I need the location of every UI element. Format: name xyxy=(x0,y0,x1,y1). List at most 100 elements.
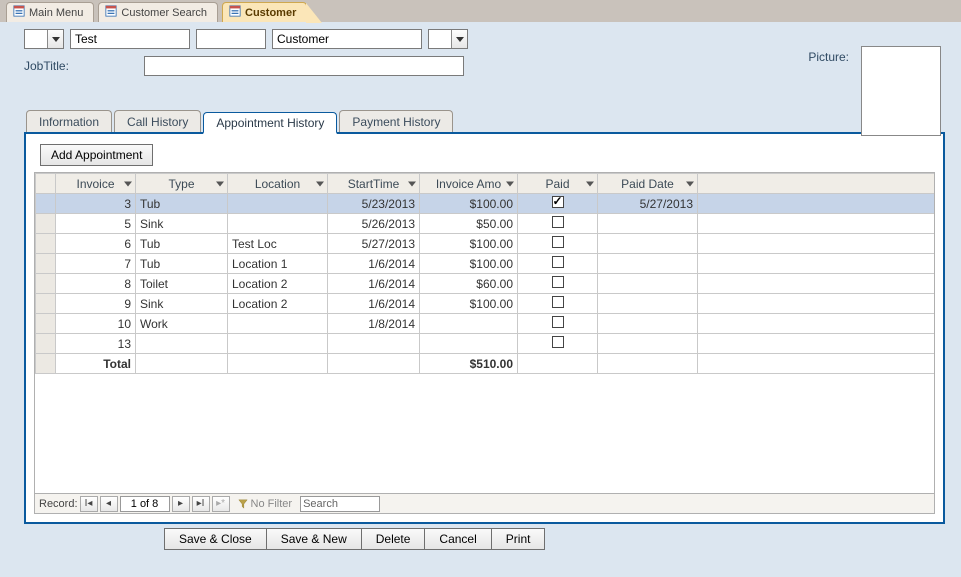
cell-paid-date[interactable]: 5/27/2013 xyxy=(598,194,698,214)
cell-invoice[interactable]: 10 xyxy=(56,314,136,334)
cell-type[interactable]: Tub xyxy=(136,254,228,274)
cell-paid[interactable] xyxy=(518,334,598,354)
row-selector[interactable] xyxy=(36,334,56,354)
tab-call-history[interactable]: Call History xyxy=(114,110,201,132)
picture-box[interactable] xyxy=(861,46,941,136)
cell-type[interactable]: Toilet xyxy=(136,274,228,294)
cell-starttime[interactable]: 1/6/2014 xyxy=(328,294,420,314)
cell-type[interactable] xyxy=(136,334,228,354)
cell-starttime[interactable]: 5/23/2013 xyxy=(328,194,420,214)
no-filter-indicator[interactable]: No Filter xyxy=(238,498,293,510)
checkbox-icon[interactable] xyxy=(552,216,564,228)
cell-invoice[interactable]: 3 xyxy=(56,194,136,214)
cell-location[interactable] xyxy=(228,194,328,214)
nav-last-button[interactable]: ▸I xyxy=(192,496,210,512)
cell-invoice[interactable]: 9 xyxy=(56,294,136,314)
column-header-paid-date[interactable]: Paid Date xyxy=(598,174,698,194)
row-selector[interactable] xyxy=(36,234,56,254)
cell-amount[interactable]: $60.00 xyxy=(420,274,518,294)
table-row[interactable]: 5 Sink 5/26/2013 $50.00 xyxy=(36,214,935,234)
cancel-button[interactable]: Cancel xyxy=(424,528,490,550)
checkbox-icon[interactable] xyxy=(552,316,564,328)
cell-paid[interactable] xyxy=(518,254,598,274)
chevron-down-icon[interactable] xyxy=(586,181,594,186)
cell-paid-date[interactable] xyxy=(598,334,698,354)
nav-new-button[interactable]: ▸* xyxy=(212,496,230,512)
cell-paid[interactable] xyxy=(518,294,598,314)
suffix-combo[interactable] xyxy=(428,29,468,49)
cell-amount[interactable] xyxy=(420,314,518,334)
table-row[interactable]: 7 Tub Location 1 1/6/2014 $100.00 xyxy=(36,254,935,274)
cell-amount[interactable]: $50.00 xyxy=(420,214,518,234)
cell-paid[interactable] xyxy=(518,214,598,234)
cell-amount[interactable]: $100.00 xyxy=(420,194,518,214)
cell-starttime[interactable]: 1/6/2014 xyxy=(328,274,420,294)
cell-paid-date[interactable] xyxy=(598,254,698,274)
chevron-down-icon[interactable] xyxy=(506,181,514,186)
table-row[interactable]: 8 Toilet Location 2 1/6/2014 $60.00 xyxy=(36,274,935,294)
cell-invoice[interactable]: 7 xyxy=(56,254,136,274)
chevron-down-icon[interactable] xyxy=(216,181,224,186)
cell-starttime[interactable]: 5/27/2013 xyxy=(328,234,420,254)
cell-location[interactable] xyxy=(228,214,328,234)
add-appointment-button[interactable]: Add Appointment xyxy=(40,144,153,166)
row-selector[interactable] xyxy=(36,214,56,234)
chevron-down-icon[interactable] xyxy=(47,30,63,48)
tab-information[interactable]: Information xyxy=(26,110,112,132)
cell-starttime[interactable]: 1/8/2014 xyxy=(328,314,420,334)
record-search-input[interactable] xyxy=(300,496,380,512)
nav-prev-button[interactable]: ◂ xyxy=(100,496,118,512)
checkbox-icon[interactable] xyxy=(552,336,564,348)
chevron-down-icon[interactable] xyxy=(124,181,132,186)
last-name-input[interactable] xyxy=(272,29,422,49)
checkbox-icon[interactable] xyxy=(552,276,564,288)
nav-next-button[interactable]: ▸ xyxy=(172,496,190,512)
record-position-input[interactable] xyxy=(120,496,170,512)
save-new-button[interactable]: Save & New xyxy=(266,528,361,550)
row-selector[interactable] xyxy=(36,294,56,314)
cell-paid[interactable] xyxy=(518,274,598,294)
cell-paid[interactable] xyxy=(518,194,598,214)
jobtitle-input[interactable] xyxy=(144,56,464,76)
cell-amount[interactable]: $100.00 xyxy=(420,234,518,254)
table-row[interactable]: 10 Work 1/8/2014 xyxy=(36,314,935,334)
cell-paid[interactable] xyxy=(518,314,598,334)
print-button[interactable]: Print xyxy=(491,528,546,550)
save-close-button[interactable]: Save & Close xyxy=(164,528,266,550)
checkbox-icon[interactable] xyxy=(552,196,564,208)
cell-location[interactable] xyxy=(228,334,328,354)
column-header-type[interactable]: Type xyxy=(136,174,228,194)
delete-button[interactable]: Delete xyxy=(361,528,425,550)
column-header-starttime[interactable]: StartTime xyxy=(328,174,420,194)
column-header-location[interactable]: Location xyxy=(228,174,328,194)
tab-appointment-history[interactable]: Appointment History xyxy=(203,112,337,134)
chevron-down-icon[interactable] xyxy=(316,181,324,186)
cell-starttime[interactable]: 1/6/2014 xyxy=(328,254,420,274)
nav-first-button[interactable]: I◂ xyxy=(80,496,98,512)
document-tab-customer[interactable]: Customer xyxy=(222,2,307,22)
column-header-paid[interactable]: Paid xyxy=(518,174,598,194)
cell-paid-date[interactable] xyxy=(598,314,698,334)
checkbox-icon[interactable] xyxy=(552,296,564,308)
cell-location[interactable]: Location 2 xyxy=(228,274,328,294)
cell-paid-date[interactable] xyxy=(598,234,698,254)
first-name-input[interactable] xyxy=(70,29,190,49)
cell-invoice[interactable]: 5 xyxy=(56,214,136,234)
chevron-down-icon[interactable] xyxy=(451,30,467,48)
column-header-invoice-amo[interactable]: Invoice Amo xyxy=(420,174,518,194)
table-row[interactable]: 3 Tub 5/23/2013 $100.00 5/27/2013 xyxy=(36,194,935,214)
cell-starttime[interactable]: 5/26/2013 xyxy=(328,214,420,234)
cell-invoice[interactable]: 8 xyxy=(56,274,136,294)
cell-paid[interactable] xyxy=(518,234,598,254)
middle-name-input[interactable] xyxy=(196,29,266,49)
cell-type[interactable]: Sink xyxy=(136,294,228,314)
cell-location[interactable]: Location 1 xyxy=(228,254,328,274)
document-tab-main-menu[interactable]: Main Menu xyxy=(6,2,94,22)
checkbox-icon[interactable] xyxy=(552,236,564,248)
chevron-down-icon[interactable] xyxy=(686,181,694,186)
document-tab-customer-search[interactable]: Customer Search xyxy=(98,2,218,22)
cell-paid-date[interactable] xyxy=(598,214,698,234)
cell-type[interactable]: Tub xyxy=(136,234,228,254)
cell-location[interactable] xyxy=(228,314,328,334)
row-selector[interactable] xyxy=(36,194,56,214)
